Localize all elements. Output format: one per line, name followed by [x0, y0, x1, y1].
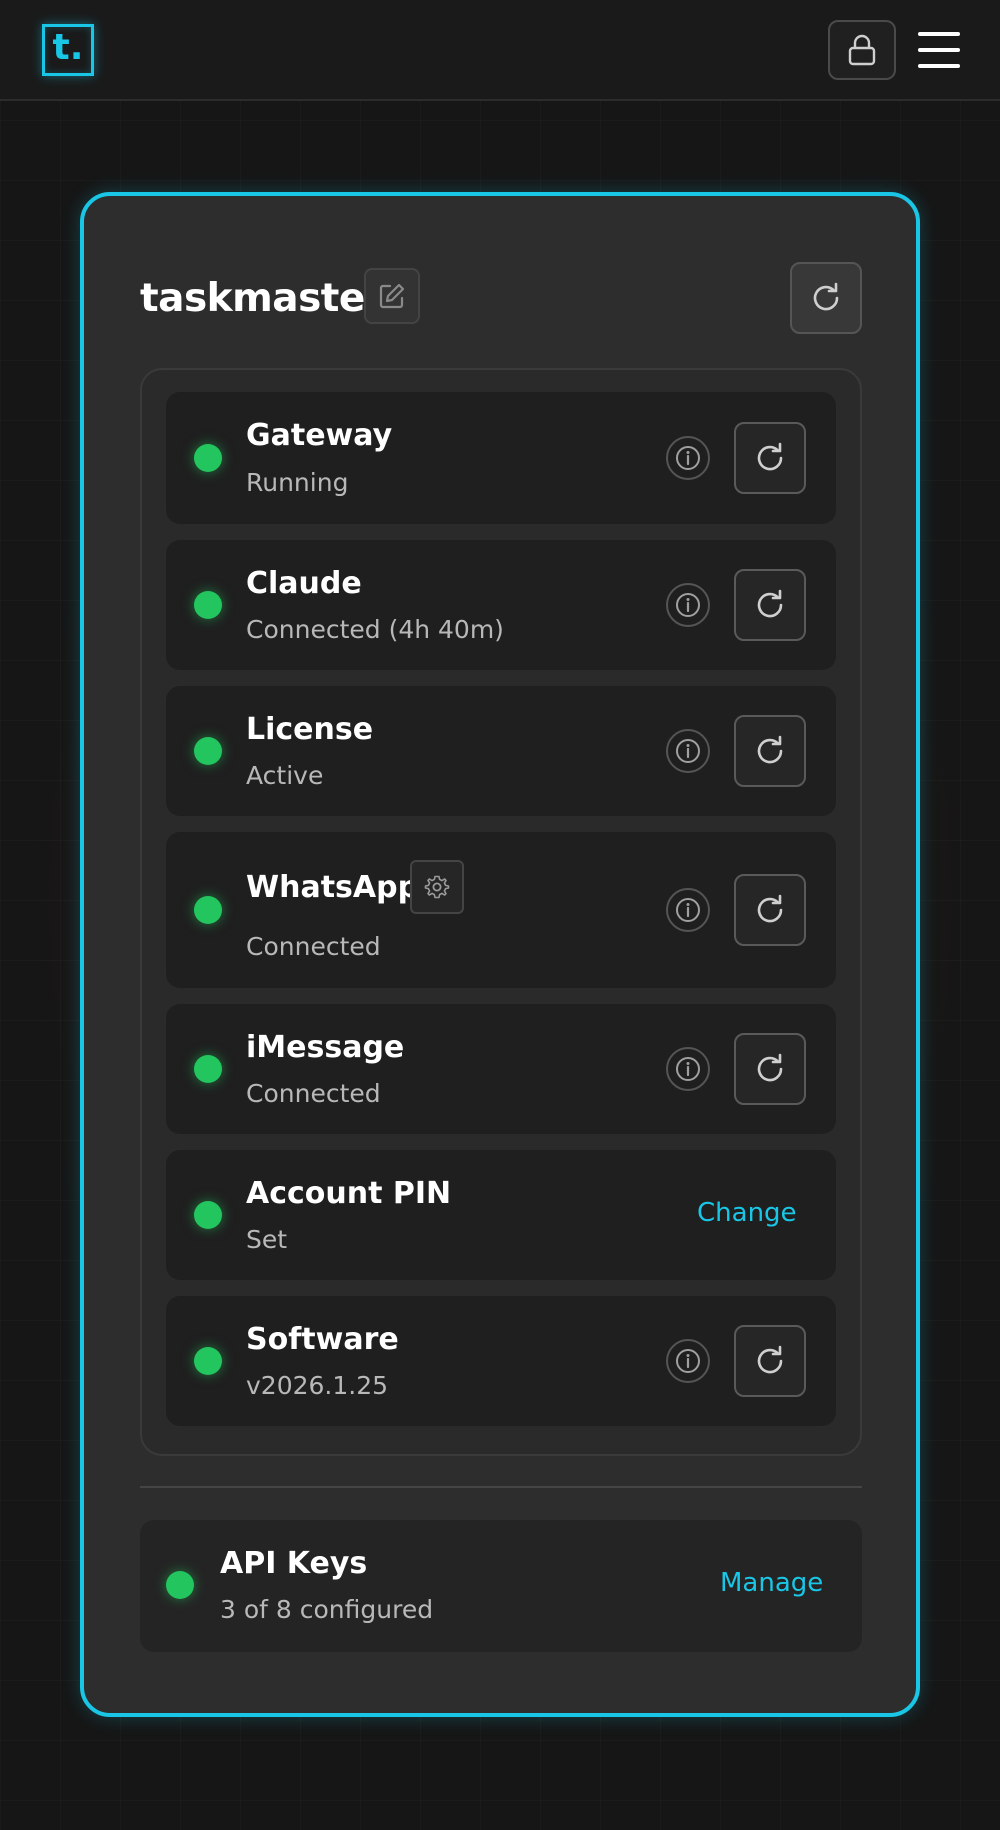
- info-icon: [676, 1057, 700, 1081]
- refresh-icon: [757, 589, 783, 618]
- service-row-imessage: iMessage Connected: [166, 1004, 836, 1134]
- whatsapp-settings-button[interactable]: [410, 860, 464, 914]
- change-pin-button[interactable]: Change: [697, 1198, 797, 1228]
- restart-button[interactable]: [734, 874, 806, 946]
- info-button[interactable]: [666, 729, 710, 773]
- service-name: iMessage: [246, 1030, 405, 1065]
- info-button[interactable]: [666, 1339, 710, 1383]
- refresh-icon: [757, 442, 783, 471]
- status-dot: [194, 1201, 222, 1229]
- restart-button[interactable]: [734, 1033, 806, 1105]
- service-status: Connected: [246, 1079, 381, 1108]
- app-logo[interactable]: t.: [42, 24, 94, 76]
- service-status: Connected (4h 40m): [246, 615, 504, 644]
- section-divider: [140, 1486, 862, 1488]
- refresh-all-button[interactable]: [790, 262, 862, 334]
- info-icon: [676, 593, 700, 617]
- status-dot: [194, 737, 222, 765]
- service-row-claude: Claude Connected (4h 40m): [166, 540, 836, 670]
- service-name: Claude: [246, 566, 362, 601]
- service-row-software: Software v2026.1.25: [166, 1296, 836, 1426]
- status-dot: [194, 444, 222, 472]
- restart-button[interactable]: [734, 569, 806, 641]
- service-status: v2026.1.25: [246, 1371, 389, 1400]
- info-button[interactable]: [666, 1047, 710, 1091]
- info-button[interactable]: [666, 888, 710, 932]
- service-status: Connected: [246, 932, 381, 961]
- service-status: Set: [246, 1225, 288, 1254]
- info-icon: [676, 739, 700, 763]
- refresh-icon: [813, 282, 839, 311]
- status-dot: [194, 591, 222, 619]
- api-keys-status: 3 of 8 configured: [220, 1595, 434, 1624]
- update-button[interactable]: [734, 1325, 806, 1397]
- info-icon: [676, 1349, 700, 1373]
- service-name: Gateway: [246, 418, 393, 453]
- status-dot: [194, 896, 222, 924]
- services-panel: Gateway Running Claude Connected (4h 40m…: [140, 368, 862, 1456]
- menu-icon-bar: [918, 32, 960, 36]
- info-icon: [676, 446, 700, 470]
- lock-icon: [848, 34, 876, 66]
- restart-button[interactable]: [734, 715, 806, 787]
- service-row-license: License Active: [166, 686, 836, 816]
- edit-name-button[interactable]: [364, 268, 420, 324]
- service-row-gateway: Gateway Running: [166, 392, 836, 524]
- service-name: Account PIN: [246, 1176, 452, 1211]
- menu-icon-bar: [918, 48, 960, 52]
- refresh-icon: [757, 1053, 783, 1082]
- service-row-account-pin: Account PIN Set Change: [166, 1150, 836, 1280]
- lock-button[interactable]: [828, 20, 896, 80]
- hamburger-menu-button[interactable]: [918, 32, 960, 68]
- service-name: WhatsApp: [246, 870, 420, 905]
- service-name: License: [246, 712, 374, 747]
- restart-button[interactable]: [734, 422, 806, 494]
- top-bar: t.: [0, 0, 1000, 101]
- api-keys-row: API Keys 3 of 8 configured Manage: [140, 1520, 862, 1652]
- pencil-icon: [379, 283, 405, 309]
- service-row-whatsapp: WhatsApp Connected: [166, 832, 836, 988]
- service-status: Running: [246, 468, 349, 497]
- status-dot: [194, 1347, 222, 1375]
- api-keys-title: API Keys: [220, 1546, 368, 1581]
- instance-title: taskmaster: [140, 276, 384, 321]
- refresh-icon: [757, 735, 783, 764]
- info-icon: [676, 898, 700, 922]
- service-name: Software: [246, 1322, 399, 1357]
- status-dot: [166, 1571, 194, 1599]
- info-button[interactable]: [666, 436, 710, 480]
- menu-icon-bar: [918, 64, 960, 68]
- refresh-icon: [757, 894, 783, 923]
- refresh-icon: [757, 1345, 783, 1374]
- service-status: Active: [246, 761, 324, 790]
- info-button[interactable]: [666, 583, 710, 627]
- manage-api-keys-button[interactable]: Manage: [720, 1568, 823, 1598]
- instance-card: taskmaster Gateway Running Claude Connec…: [80, 192, 920, 1717]
- status-dot: [194, 1055, 222, 1083]
- gear-icon: [424, 875, 450, 899]
